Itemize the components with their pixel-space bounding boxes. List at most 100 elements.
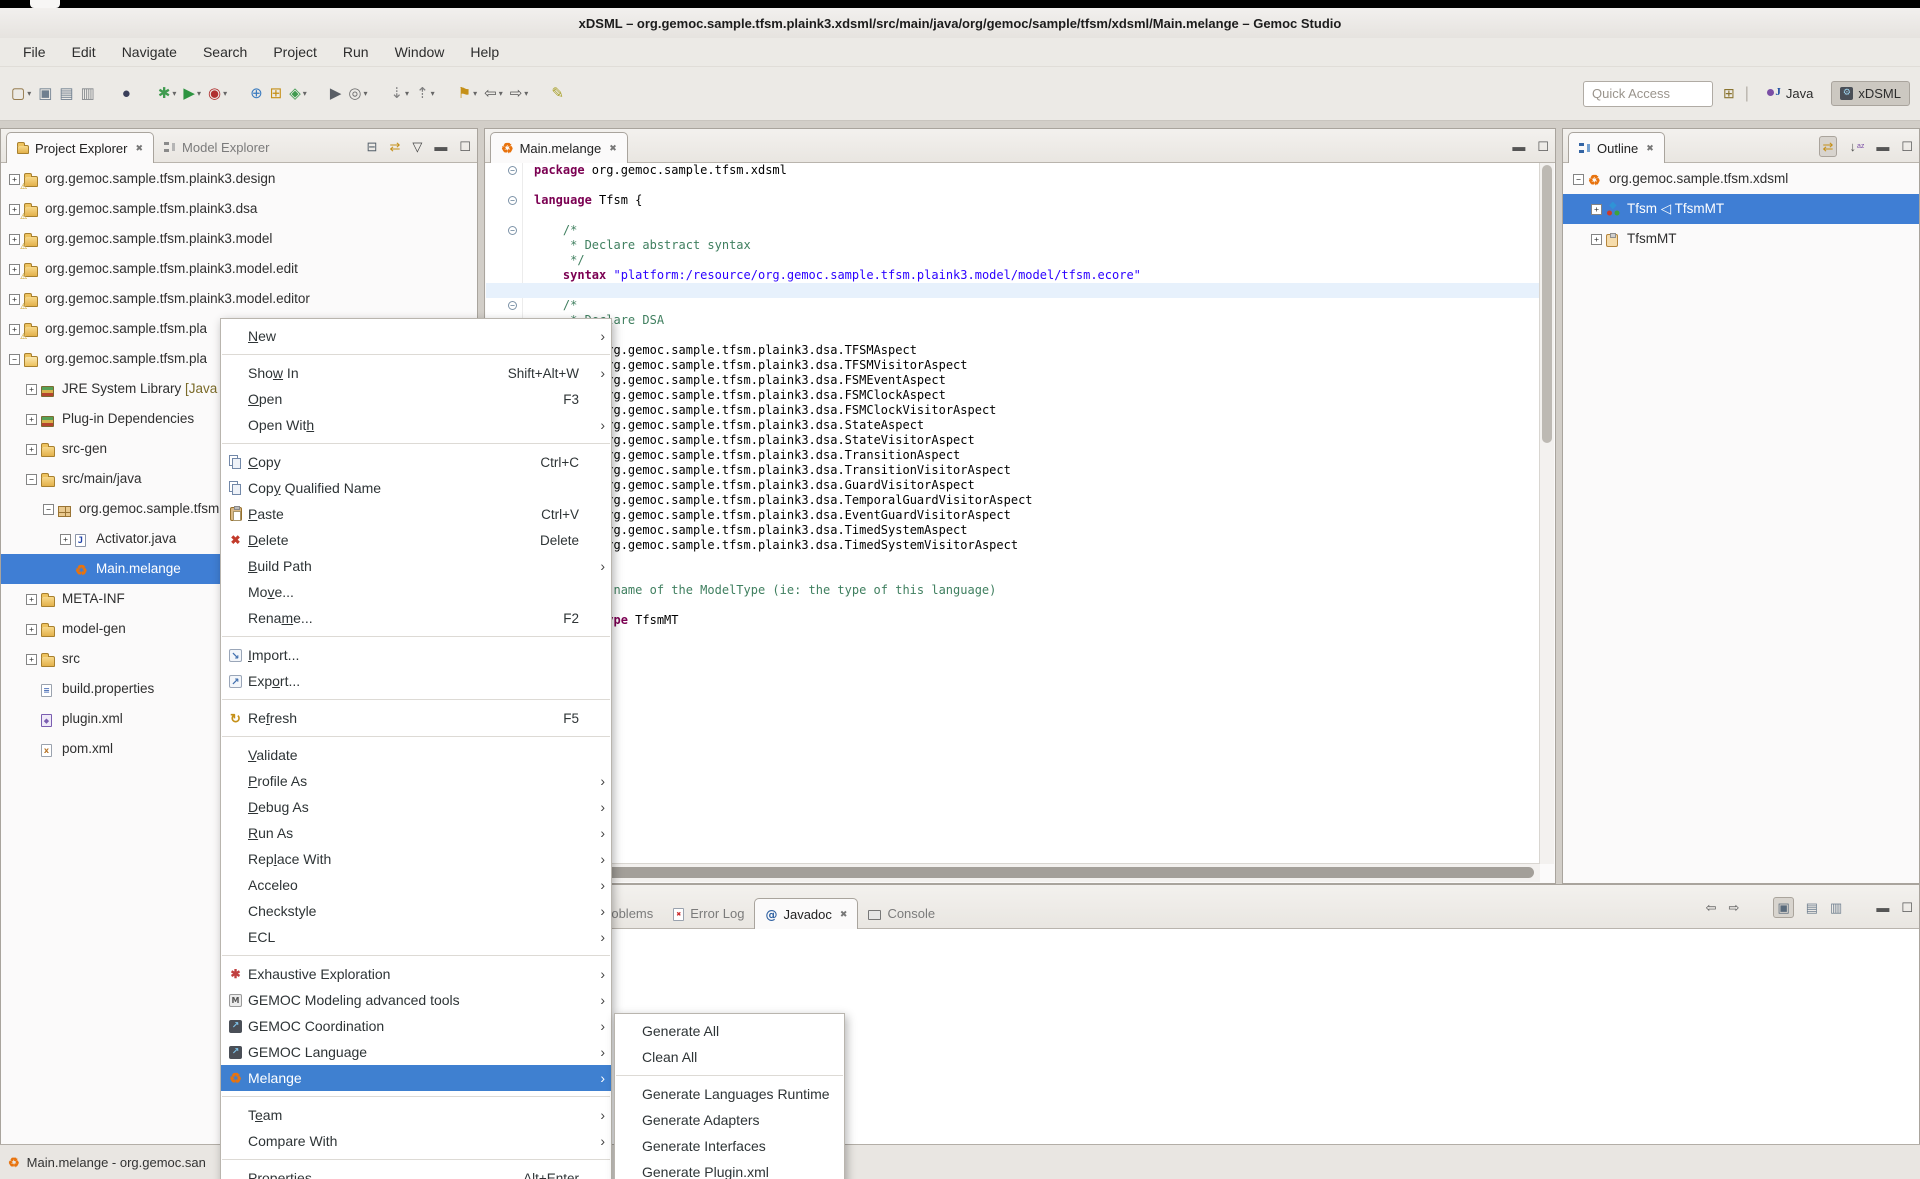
project-explorer-view-menu-icon[interactable]: ▽ [412, 140, 422, 153]
tree-expander-icon[interactable]: − [1573, 174, 1584, 185]
toolbar-icon-run-external[interactable]: ✱▾ [155, 81, 180, 107]
toolbar-icon-external-tools[interactable]: ▶ [327, 81, 345, 107]
toolbar-icon-previous-annotation[interactable]: ⇡▾ [413, 81, 438, 107]
context-menu-item-team[interactable]: Team› [221, 1102, 611, 1128]
tree-expander-icon[interactable]: + [1591, 234, 1602, 245]
melange-submenu-item-generate-languages-runtime[interactable]: Generate Languages Runtime [615, 1081, 844, 1107]
tree-item-tfsm-tfsmmt[interactable]: +Tfsm ◁ TfsmMT [1563, 194, 1919, 224]
scrollbar-thumb[interactable] [498, 867, 1534, 878]
menubar-item-run[interactable]: Run [330, 41, 382, 63]
bottom-panel-pin-console-icon[interactable]: ▥ [1830, 901, 1842, 914]
outline-maximize-icon[interactable]: ☐ [1901, 140, 1913, 153]
context-menu-item-import[interactable]: ↘Import... [221, 642, 611, 668]
editor-code-area[interactable]: −package org.gemoc.sample.tfsm.xdsml−lan… [486, 163, 1540, 864]
fold-collapse-icon[interactable]: − [508, 226, 517, 235]
tree-expander-icon[interactable]: + [9, 234, 20, 245]
close-icon[interactable]: ✖ [609, 143, 617, 154]
tree-expander-icon[interactable]: − [43, 504, 54, 515]
editor-horizontal-scrollbar[interactable] [486, 863, 1540, 882]
fold-collapse-icon[interactable]: − [508, 166, 517, 175]
context-menu-item-rename[interactable]: Rename...F2 [221, 605, 611, 631]
context-menu-item-properties[interactable]: PropertiesAlt+Enter [221, 1165, 611, 1179]
outline-link-with-editor-icon[interactable]: ⇄ [1819, 136, 1838, 157]
menubar-item-window[interactable]: Window [382, 41, 458, 63]
tab-javadoc[interactable]: @Javadoc✖ [754, 898, 858, 929]
context-menu-item-exhaustive-exploration[interactable]: ✱Exhaustive Exploration› [221, 961, 611, 987]
context-menu-item-new[interactable]: New› [221, 323, 611, 349]
outline-minimize-icon[interactable]: ▬ [1876, 140, 1889, 153]
context-menu-item-acceleo[interactable]: Acceleo› [221, 872, 611, 898]
toolbar-icon-next-annotation[interactable]: ⇣▾ [387, 81, 412, 107]
context-menu-item-debug-as[interactable]: Debug As› [221, 794, 611, 820]
project-explorer-maximize-icon[interactable]: ☐ [459, 140, 471, 153]
context-menu-item-copy[interactable]: CopyCtrl+C [221, 449, 611, 475]
toolbar-icon-debug[interactable]: ◉▾ [205, 81, 230, 107]
tab-main-melange[interactable]: ♻Main.melange✖ [490, 132, 628, 163]
context-menu-item-copy-qualified-name[interactable]: Copy Qualified Name [221, 475, 611, 501]
fold-collapse-icon[interactable]: − [508, 196, 517, 205]
toolbar-icon-print[interactable]: ▥ [78, 81, 98, 107]
tree-expander-icon[interactable]: + [26, 384, 37, 395]
menubar-item-project[interactable]: Project [260, 41, 330, 63]
tree-item-org-gemoc-sample-tfsm-xdsml[interactable]: −♻org.gemoc.sample.tfsm.xdsml [1563, 164, 1919, 194]
window-titlebar[interactable]: xDSML – org.gemoc.sample.tfsm.plaink3.xd… [0, 8, 1920, 38]
melange-submenu-item-generate-all[interactable]: Generate All [615, 1018, 844, 1044]
tree-expander-icon[interactable]: − [9, 354, 20, 365]
tree-expander-icon[interactable]: + [60, 534, 71, 545]
outline-tree[interactable]: −♻org.gemoc.sample.tfsm.xdsml+Tfsm ◁ Tfs… [1563, 163, 1919, 883]
tree-item-org-gemoc-sample-tfsm-plaink3-model[interactable]: +⚠org.gemoc.sample.tfsm.plaink3.model [1, 224, 477, 254]
toolbar-icon-new-wizard[interactable]: ▢▾ [8, 81, 34, 107]
melange-submenu-item-generate-adapters[interactable]: Generate Adapters [615, 1107, 844, 1133]
fold-collapse-icon[interactable]: − [508, 301, 517, 310]
tree-item-org-gemoc-sample-tfsm-plaink3-model-editor[interactable]: +⚠org.gemoc.sample.tfsm.plaink3.model.ed… [1, 284, 477, 314]
tree-expander-icon[interactable]: + [26, 444, 37, 455]
context-menu-item-export[interactable]: ↗Export... [221, 668, 611, 694]
toolbar-icon-new-java-class[interactable]: ◈▾ [286, 81, 310, 107]
toolbar-icon-forward[interactable]: ⇨▾ [507, 81, 532, 107]
quick-access-input[interactable] [1583, 81, 1713, 107]
tree-expander-icon[interactable]: + [26, 624, 37, 635]
bottom-panel-forward-icon[interactable]: ⇨ [1729, 901, 1740, 914]
context-menu-item-compare-with[interactable]: Compare With› [221, 1128, 611, 1154]
context-menu-item-open[interactable]: OpenF3 [221, 386, 611, 412]
project-explorer-collapse-all-icon[interactable]: ⊟ [367, 140, 378, 153]
toolbar-icon-back[interactable]: ⇦▾ [481, 81, 506, 107]
tree-expander-icon[interactable]: + [26, 414, 37, 425]
tree-item-org-gemoc-sample-tfsm-plaink3-design[interactable]: +⚠org.gemoc.sample.tfsm.plaink3.design [1, 164, 477, 194]
context-menu-item-delete[interactable]: ✖DeleteDelete [221, 527, 611, 553]
tree-item-org-gemoc-sample-tfsm-plaink3-dsa[interactable]: +⚠org.gemoc.sample.tfsm.plaink3.dsa [1, 194, 477, 224]
open-perspective-button[interactable]: ⊞ [1723, 85, 1735, 102]
menubar-item-help[interactable]: Help [457, 41, 512, 63]
menubar-item-navigate[interactable]: Navigate [109, 41, 190, 63]
context-menu-item-build-path[interactable]: Build Path› [221, 553, 611, 579]
toolbar-icon-new-java-package[interactable]: ⊞ [267, 81, 286, 107]
close-icon[interactable]: ✖ [135, 143, 143, 154]
context-menu-item-show-in[interactable]: Show InShift+Alt+W› [221, 360, 611, 386]
outline-sort-alphabetically-icon[interactable]: ↓az [1849, 140, 1864, 153]
tab-error-log[interactable]: ✖Error Log [663, 898, 754, 928]
melange-submenu-item-clean-all[interactable]: Clean All [615, 1044, 844, 1070]
context-menu-item-melange[interactable]: ♻Melange› [221, 1065, 611, 1091]
bottom-panel-minimize-icon[interactable]: ▬ [1876, 901, 1889, 914]
menubar-item-search[interactable]: Search [190, 41, 260, 63]
context-menu-item-profile-as[interactable]: Profile As› [221, 768, 611, 794]
context-menu-item-open-with[interactable]: Open With› [221, 412, 611, 438]
bottom-panel-maximize-icon[interactable]: ☐ [1901, 901, 1913, 914]
context-menu-item-validate[interactable]: Validate [221, 742, 611, 768]
tab-model-explorer[interactable]: Model Explorer [154, 132, 279, 162]
project-explorer-minimize-icon[interactable]: ▬ [434, 140, 447, 153]
tree-expander-icon[interactable]: + [9, 324, 20, 335]
context-menu-item-ecl[interactable]: ECL› [221, 924, 611, 950]
tree-expander-icon[interactable]: + [1591, 204, 1602, 215]
tree-expander-icon[interactable]: + [26, 654, 37, 665]
toolbar-icon-gemoc-tool[interactable]: ⊕ [247, 81, 266, 107]
perspective-java-button[interactable]: Java [1759, 82, 1821, 105]
tree-expander-icon[interactable]: − [26, 474, 37, 485]
editor-minimize-icon[interactable]: ▬ [1512, 140, 1525, 153]
tree-expander-icon[interactable]: + [26, 594, 37, 605]
toolbar-icon-save[interactable]: ▣ [35, 81, 55, 107]
tree-item-org-gemoc-sample-tfsm-plaink3-model-edit[interactable]: +⚠org.gemoc.sample.tfsm.plaink3.model.ed… [1, 254, 477, 284]
tree-expander-icon[interactable]: + [9, 264, 20, 275]
context-menu-item-gemoc-coordination[interactable]: ↗GEMOC Coordination› [221, 1013, 611, 1039]
context-menu-item-move[interactable]: Move... [221, 579, 611, 605]
